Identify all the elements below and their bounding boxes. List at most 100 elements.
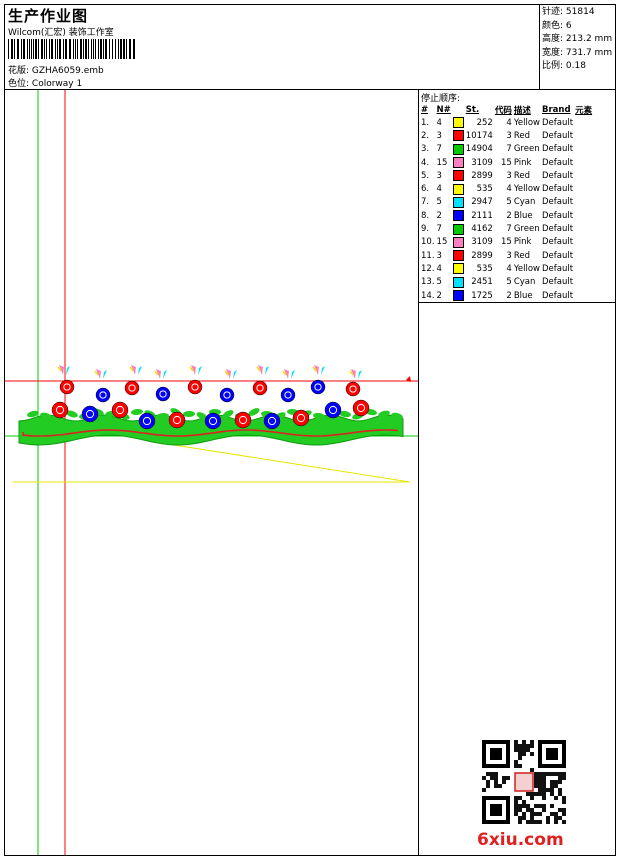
qr-module [506,796,510,800]
qr-module [506,752,510,756]
row-needle: 3 [436,250,442,261]
qr-module [494,820,498,824]
row-stitches: 3109 [471,237,493,248]
row-element [574,276,593,289]
qr-module [526,820,530,824]
color-swatch [452,263,464,275]
row-index: 3. [421,144,430,155]
qr-module [494,776,498,780]
barcode-bar [133,39,135,59]
color-swatch [452,183,464,195]
row-element [574,116,593,129]
qr-module [530,812,534,816]
qr-module [486,820,490,824]
row-brand: Default [542,130,574,141]
qr-module [514,800,518,804]
qr-module [542,788,546,792]
qr-module [522,748,526,752]
qr-module [486,780,490,784]
qr-module [550,740,554,744]
flower-motif [310,379,326,395]
row-stitches: 4162 [471,224,493,235]
qr-module [558,780,562,784]
qr-module [502,820,506,824]
row-swatch [452,182,465,195]
row-code: 3 [506,250,512,261]
qr-module [514,812,518,816]
stat-label: 高度: [542,34,564,44]
qr-module [514,740,518,744]
qr-module [546,740,550,744]
row-needle: 2 [436,210,442,221]
color-swatch [452,117,464,129]
barcode-bar [55,39,56,59]
qr-module [530,796,534,800]
cyan-sprig [198,366,202,375]
qr-module [494,804,498,808]
qr-module [506,740,510,744]
qr-module [518,756,522,760]
qr-module [530,816,534,820]
qr-module [494,752,498,756]
qr-module [482,748,486,752]
flower-motif [59,379,75,395]
qr-module [498,752,502,756]
row-swatch [452,289,465,302]
qr-module [482,788,486,792]
qr-module [526,744,530,748]
row-description: Yellow [513,184,541,195]
qr-module [486,772,490,776]
qr-module [526,804,530,808]
qr-module [562,744,566,748]
qr-module [494,808,498,812]
row-needle: 5 [436,197,442,208]
row-swatch [452,143,465,156]
row-brand: Default [542,250,574,261]
qr-module [562,820,566,824]
col-code: 代码 [494,105,512,116]
qr-module [494,756,498,760]
row-element [574,209,593,222]
barcode [8,39,152,59]
flower-motif [95,387,111,403]
flower-motif [111,401,129,419]
cyan-sprig [265,366,269,375]
row-code: 3 [506,130,512,141]
qr-module [550,784,554,788]
row-needle: 4 [436,184,442,195]
stat-row: 颜色: 6 [542,20,612,34]
qr-module [494,812,498,816]
barcode-bar [105,39,107,59]
qr-module [482,812,486,816]
qr-module [502,796,506,800]
qr-module [546,748,550,752]
barcode-bar [109,39,110,59]
row-index: 10. [421,237,435,248]
colorway-label: 色位: [8,79,30,89]
barcode-bar [126,39,127,59]
flower-motif [219,387,235,403]
table-row: 13. 5 2451 5 Cyan Default [420,276,593,289]
table-row: 8. 2 2111 2 Blue Default [420,209,593,222]
qr-module [550,804,554,808]
qr-module [546,772,550,776]
col-description: 描述 [513,105,531,116]
row-description: Cyan [513,197,536,208]
row-index: 12. [421,263,435,274]
stat-value: 0.18 [565,61,586,71]
qr-module [522,800,526,804]
qr-module [486,796,490,800]
watermark: 6xiu.com [477,830,564,850]
barcode-bar [17,39,19,59]
qr-module [538,760,542,764]
row-needle: 15 [436,237,448,248]
qr-module [538,748,542,752]
barcode-bar [91,39,92,59]
barcode-bar [88,39,89,59]
row-description: Green [513,144,540,155]
cyan-sprig [358,370,362,379]
qr-module [534,780,538,784]
qr-module [506,820,510,824]
colorway: 色位: Colorway 1 [8,76,82,89]
row-description: Yellow [513,117,541,128]
